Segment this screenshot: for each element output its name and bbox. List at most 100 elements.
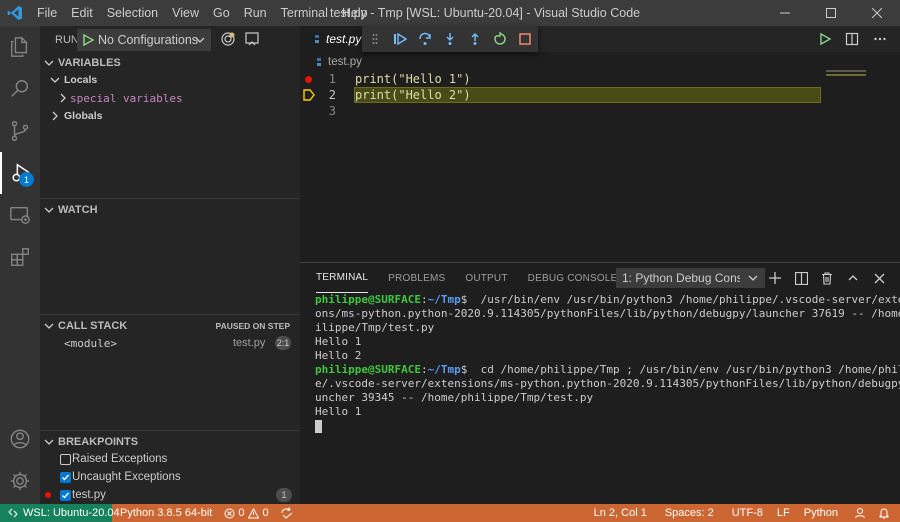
restart-icon[interactable] — [488, 28, 513, 50]
indentation[interactable]: Spaces: 2 — [665, 507, 714, 519]
encoding[interactable]: UTF-8 — [732, 507, 763, 519]
code-line-1[interactable]: 1 print("Hello 1") — [300, 71, 900, 87]
test-py-breakpoint-checkbox[interactable] — [60, 489, 71, 501]
menu-file[interactable]: File — [30, 0, 64, 26]
search-icon[interactable] — [0, 68, 40, 110]
new-terminal-icon[interactable] — [762, 268, 788, 288]
prompt-path: ~/Tmp — [427, 293, 461, 306]
end-of-line[interactable]: LF — [777, 507, 790, 519]
editor-tabs: test.py — [300, 26, 900, 52]
special-variables-node[interactable]: special variables — [40, 89, 300, 107]
call-stack-header-label: CALL STACK — [58, 320, 128, 332]
menu-go[interactable]: Go — [206, 0, 237, 26]
tab-debug-console[interactable]: DEBUG CONSOLE — [528, 263, 618, 293]
breakpoint-dot-icon[interactable] — [305, 75, 312, 83]
language-mode[interactable]: Python — [804, 507, 838, 519]
step-out-icon[interactable] — [463, 28, 488, 50]
breadcrumb[interactable]: test.py — [314, 54, 362, 70]
stack-frame-file: test.py — [233, 337, 266, 349]
raised-exceptions-checkbox[interactable] — [60, 453, 71, 465]
breadcrumb-file: test.py — [328, 56, 362, 68]
watch-section-header[interactable]: WATCH — [40, 199, 300, 221]
chevron-right-icon — [50, 111, 60, 121]
breakpoint-uncaught-exceptions[interactable]: Uncaught Exceptions — [40, 468, 300, 486]
minimize-icon[interactable] — [762, 0, 808, 26]
code-text: print("Hello 2") — [355, 88, 471, 102]
menu-bar: File Edit Selection View Go Run Terminal… — [30, 0, 375, 26]
globals-scope[interactable]: Globals — [40, 107, 300, 125]
problems-indicator[interactable]: 0 0 — [224, 507, 269, 519]
close-panel-icon[interactable] — [866, 268, 892, 288]
menu-selection[interactable]: Selection — [100, 0, 165, 26]
split-terminal-icon[interactable] — [788, 268, 814, 288]
menu-terminal[interactable]: Terminal — [274, 0, 335, 26]
accounts-icon[interactable] — [0, 418, 40, 460]
step-into-icon[interactable] — [437, 28, 462, 50]
minimap[interactable] — [822, 52, 900, 262]
continue-icon[interactable] — [387, 28, 412, 50]
open-launch-json-icon[interactable] — [220, 31, 236, 47]
kill-terminal-icon[interactable] — [814, 268, 840, 288]
raised-exceptions-label: Raised Exceptions — [72, 453, 168, 465]
status-bar: WSL: Ubuntu-20.04 Python 3.8.5 64-bit 0 … — [0, 504, 900, 522]
tab-test-py[interactable]: test.py — [300, 26, 362, 52]
extensions-icon[interactable] — [0, 236, 40, 278]
variables-header-label: VARIABLES — [58, 57, 121, 69]
feedback-icon[interactable] — [854, 507, 866, 519]
live-share-icon[interactable] — [281, 507, 293, 519]
step-over-icon[interactable] — [412, 28, 437, 50]
stack-frame-name: <module> — [64, 336, 117, 350]
run-file-icon[interactable] — [818, 32, 832, 46]
prompt-path: ~/Tmp — [427, 363, 461, 376]
chevron-down-icon — [747, 272, 759, 284]
code-line-2[interactable]: 2 print("Hello 2") — [300, 87, 900, 103]
terminal-line: e/.vscode-server/extensions/ms-python.py… — [315, 377, 900, 390]
stack-frame-row[interactable]: <module> test.py 2:1 — [40, 334, 300, 352]
run-debug-icon[interactable] — [0, 152, 40, 194]
menu-run[interactable]: Run — [237, 0, 274, 26]
globals-label: Globals — [64, 110, 103, 122]
test-py-breakpoint-label: test.py — [72, 489, 106, 501]
line-number: 3 — [328, 104, 336, 118]
tab-problems[interactable]: PROBLEMS — [388, 263, 445, 293]
special-variables-label: special variables — [70, 91, 183, 105]
uncaught-exceptions-checkbox[interactable] — [60, 471, 71, 483]
window-title: test.py - Tmp [WSL: Ubuntu-20.04] - Visu… — [330, 6, 641, 20]
files-icon[interactable] — [0, 26, 40, 68]
menu-edit[interactable]: Edit — [64, 0, 100, 26]
tab-terminal[interactable]: TERMINAL — [316, 263, 369, 293]
activity-bar: 1 — [0, 26, 40, 504]
configuration-label: No Configurations — [98, 33, 199, 47]
tab-label: test.py — [326, 32, 362, 46]
maximize-icon[interactable] — [808, 0, 854, 26]
stop-icon[interactable] — [513, 28, 538, 50]
breakpoint-test-py[interactable]: test.py 1 — [40, 486, 300, 504]
remote-explorer-icon[interactable] — [0, 194, 40, 236]
chevron-down-icon — [50, 75, 60, 85]
drag-handle-icon[interactable] — [362, 28, 387, 50]
start-debugging-icon[interactable] — [82, 34, 94, 46]
python-interpreter[interactable]: Python 3.8.5 64-bit — [120, 507, 212, 519]
menu-view[interactable]: View — [165, 0, 206, 26]
cursor-position[interactable]: Ln 2, Col 1 — [594, 507, 647, 519]
breakpoint-raised-exceptions[interactable]: Raised Exceptions — [40, 450, 300, 468]
notifications-bell-icon[interactable] — [878, 507, 890, 519]
more-actions-icon[interactable] — [873, 32, 887, 46]
terminal-output[interactable]: philippe@SURFACE:~/Tmp$ /usr/bin/env /us… — [315, 293, 900, 433]
code-line-3[interactable]: 3 — [300, 103, 900, 119]
tab-output[interactable]: OUTPUT — [465, 263, 507, 293]
close-window-icon[interactable] — [854, 0, 900, 26]
locals-scope[interactable]: Locals — [40, 71, 300, 89]
maximize-panel-icon[interactable] — [840, 268, 866, 288]
split-editor-icon[interactable] — [845, 32, 859, 46]
source-control-icon[interactable] — [0, 110, 40, 152]
launch-configuration-select[interactable]: No Configurations — [77, 29, 211, 51]
manage-gear-icon[interactable] — [0, 460, 40, 502]
debug-toolbar — [362, 26, 538, 52]
title-bar: File Edit Selection View Go Run Terminal… — [0, 0, 900, 26]
remote-indicator[interactable]: WSL: Ubuntu-20.04 — [0, 504, 120, 522]
terminal-select[interactable]: 1: Python Debug Consc — [616, 268, 765, 288]
warning-count: 0 — [262, 507, 269, 519]
debug-console-icon[interactable] — [244, 31, 260, 47]
error-icon — [224, 508, 235, 519]
